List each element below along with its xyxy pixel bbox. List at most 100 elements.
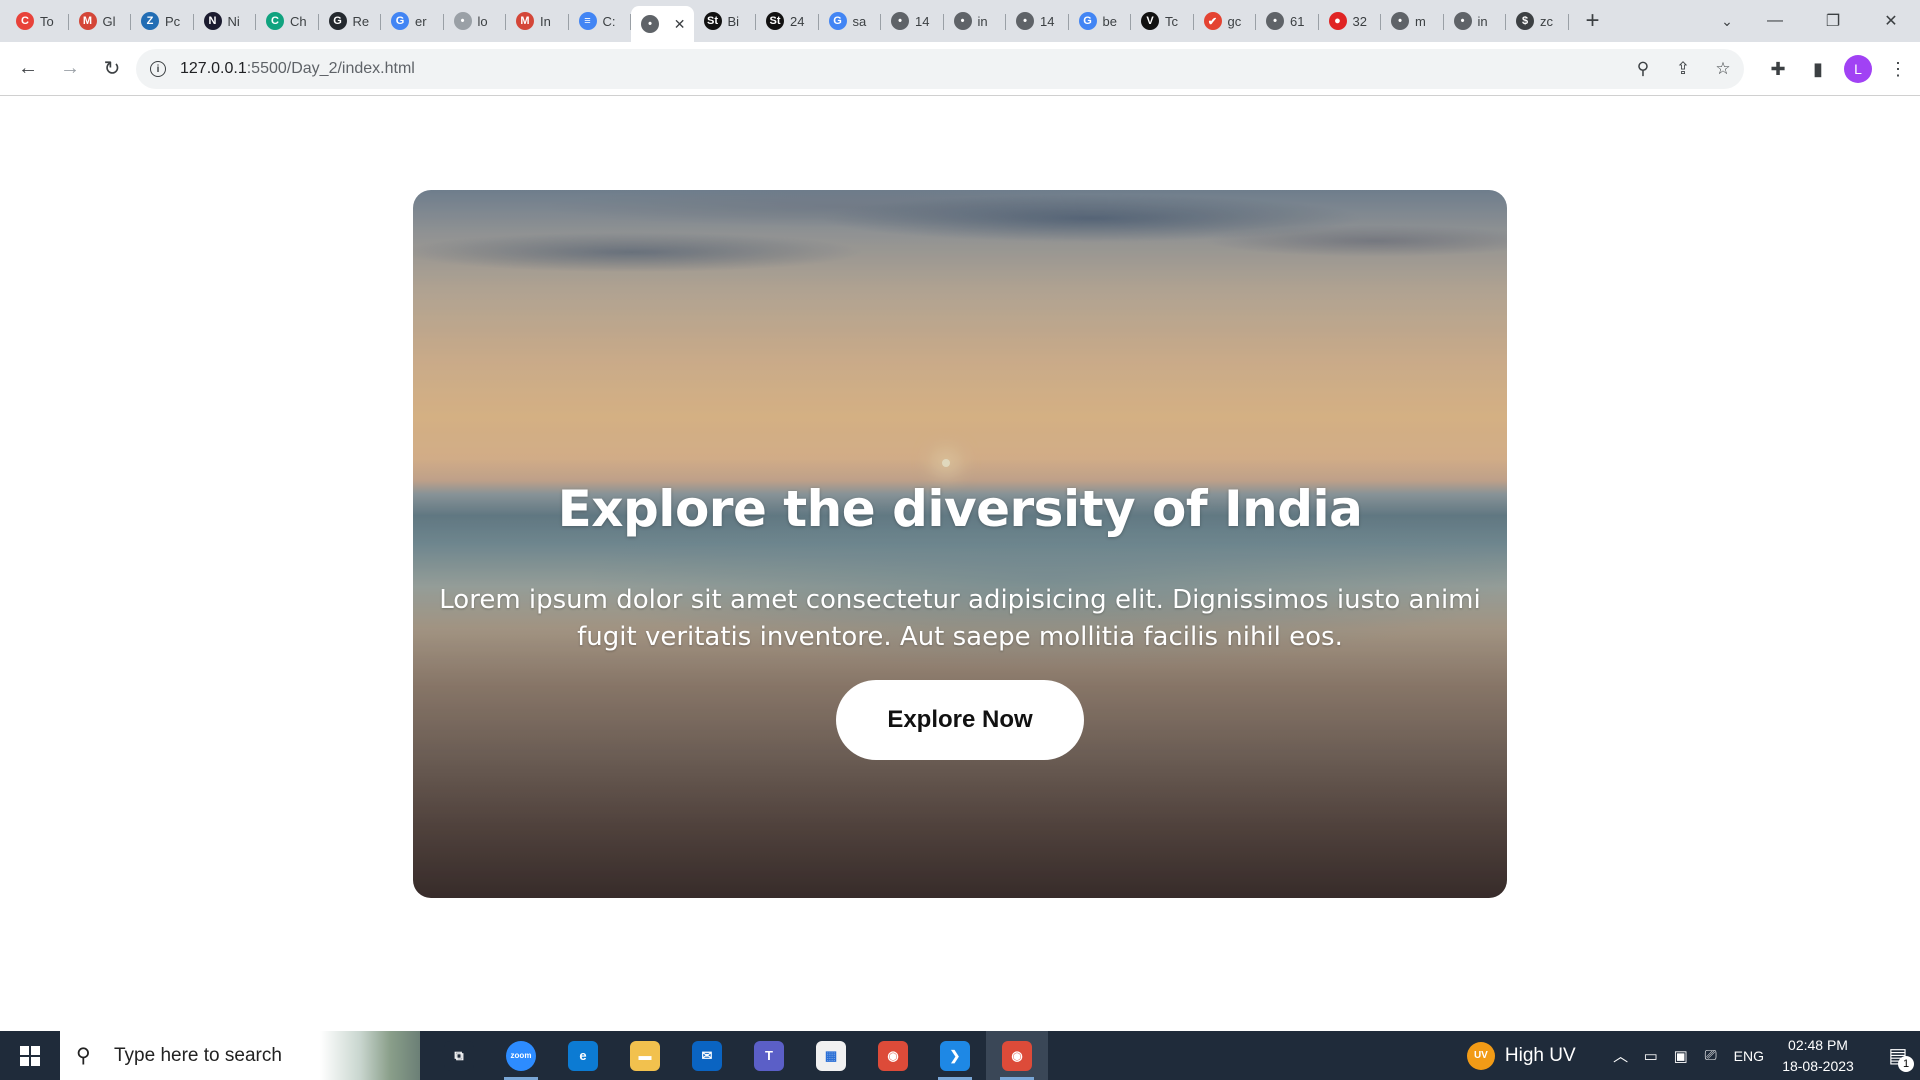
browser-tab[interactable]: N Ni <box>194 4 257 38</box>
globe-icon: • <box>953 12 972 30</box>
tab-title: be <box>1102 13 1117 29</box>
browser-tab[interactable]: G Re <box>319 4 382 38</box>
taskbar-app[interactable]: e <box>552 1031 614 1080</box>
clock-time: 02:48 PM <box>1788 1036 1848 1053</box>
browser-toolbar: ← → ↻ i 127.0.0.1:5500/Day_2/index.html … <box>0 42 1920 96</box>
tab-title: Pc <box>165 13 181 29</box>
dollar-icon: $ <box>1516 12 1534 30</box>
browser-tab[interactable]: ✔ gc <box>1194 4 1257 38</box>
tab-title: Ni <box>227 13 240 29</box>
taskbar-app[interactable]: ✉ <box>676 1031 738 1080</box>
taskbar-app[interactable]: ▬ <box>614 1031 676 1080</box>
share-icon[interactable]: ⇪ <box>1670 56 1696 82</box>
url-path: :5500/Day_2/index.html <box>246 60 415 77</box>
tab-title: gc <box>1227 13 1242 29</box>
tab-title: 24 <box>790 13 805 29</box>
meet-now-icon[interactable]: ⎚ <box>1696 1047 1726 1064</box>
back-icon[interactable]: ← <box>8 49 48 89</box>
forward-icon[interactable]: → <box>50 49 90 89</box>
taskbar-app[interactable]: T <box>738 1031 800 1080</box>
browser-tab[interactable]: C Ch <box>256 4 319 38</box>
zoom-icon[interactable]: ⚲ <box>1630 56 1656 82</box>
browser-tab[interactable]: • 61 <box>1256 4 1319 38</box>
notifications-icon[interactable]: ▤ 1 <box>1876 1031 1920 1080</box>
browser-tab[interactable]: Z Pc <box>131 4 194 38</box>
vercel-icon: V <box>1141 12 1159 30</box>
browser-tab[interactable]: St 24 <box>756 4 819 38</box>
taskbar-apps: ⧉ zoom e ▬ ✉ T ▦ ◉ ❯ ◉ <box>428 1031 1048 1080</box>
taskbar-app[interactable]: ❯ <box>924 1031 986 1080</box>
browser-tab[interactable]: M Gl <box>69 4 132 38</box>
studocu-icon: St <box>766 12 784 30</box>
browser-tab[interactable]: • 14 <box>881 4 944 38</box>
tab-title: Re <box>352 13 370 29</box>
extensions-icon[interactable]: ✚ <box>1764 55 1792 83</box>
tab-title: 61 <box>1290 13 1305 29</box>
browser-tab[interactable]: ● 32 <box>1319 4 1382 38</box>
windows-taskbar: ⚲ Type here to search ⧉ zoom e ▬ ✉ T ▦ ◉ ❯ ◉ UV H… <box>0 1031 1920 1080</box>
uv-badge-icon: UV <box>1466 1041 1495 1070</box>
notion-icon: N <box>203 12 222 30</box>
tab-title: Tc <box>1165 13 1178 29</box>
browser-tab[interactable]: V Tc <box>1131 4 1194 38</box>
gmail-icon: M <box>516 12 534 30</box>
browser-tab[interactable]: St Bi <box>694 4 757 38</box>
browser-tab[interactable]: ≡ C: <box>569 4 632 38</box>
mail-icon: ✉ <box>692 1040 722 1071</box>
browser-tab[interactable]: C To <box>6 4 69 38</box>
show-hidden-icons-icon[interactable]: ︿ <box>1606 1045 1636 1066</box>
browser-tab[interactable]: • m <box>1381 4 1444 38</box>
tab-search-icon[interactable]: ⌄ <box>1714 8 1740 34</box>
menu-kebab-icon[interactable]: ⋮ <box>1884 55 1912 83</box>
browser-tab[interactable]: • in <box>944 4 1007 38</box>
taskbar-app[interactable]: ◉ <box>862 1031 924 1080</box>
globe-icon: • <box>641 15 659 33</box>
system-tray: UV High UV ︿ ▭ ▣ ⎚ ENG 02:48 PM 18-08-20… <box>1466 1031 1920 1080</box>
close-window-icon[interactable]: ✕ <box>1862 0 1920 42</box>
browser-tab[interactable]: Ger <box>381 4 444 38</box>
taskbar-app[interactable]: ▦ <box>800 1031 862 1080</box>
tab-title: To <box>40 13 54 29</box>
site-info-icon[interactable]: i <box>150 61 166 77</box>
zoom-icon: zoom <box>506 1040 536 1071</box>
clock[interactable]: 02:48 PM 18-08-2023 <box>1778 1035 1858 1077</box>
battery-icon[interactable]: ▭ <box>1636 1047 1666 1065</box>
language-indicator[interactable]: ENG <box>1734 1048 1764 1064</box>
url-text: 127.0.0.1:5500/Day_2/index.html <box>180 60 415 78</box>
taskbar-search-box[interactable]: ⚲ Type here to search <box>60 1031 420 1080</box>
taskbar-app[interactable]: ⧉ <box>428 1031 490 1080</box>
reload-icon[interactable]: ↻ <box>92 49 132 89</box>
tab-title: m <box>1415 13 1426 29</box>
gmail-icon: M <box>78 12 97 30</box>
tab-title: C: <box>602 13 616 29</box>
browser-tab[interactable]: $ zc <box>1506 4 1569 38</box>
search-icon: ⚲ <box>76 1045 91 1067</box>
restore-icon[interactable]: ❐ <box>1804 0 1862 42</box>
browser-tab[interactable]: • 14 <box>1006 4 1069 38</box>
new-tab-icon[interactable]: + <box>1575 3 1611 39</box>
browser-tab[interactable]: Gsa <box>819 4 882 38</box>
studocu-icon: St <box>703 12 722 30</box>
start-button[interactable] <box>0 1031 60 1080</box>
explore-now-button[interactable]: Explore Now <box>836 680 1084 760</box>
tab-title: sa <box>852 13 867 29</box>
weather-widget[interactable]: UV High UV <box>1466 1041 1576 1070</box>
display-icon[interactable]: ▣ <box>1666 1047 1696 1065</box>
minimize-icon[interactable]: — <box>1746 0 1804 42</box>
profile-avatar[interactable]: L <box>1844 55 1872 83</box>
browser-tab[interactable]: • lo <box>444 4 507 38</box>
browser-tab[interactable]: M In <box>506 4 569 38</box>
browser-tab[interactable]: Gbe <box>1069 4 1132 38</box>
address-bar[interactable]: i 127.0.0.1:5500/Day_2/index.html ⚲ ⇪ ☆ <box>136 49 1744 89</box>
bookmark-star-icon[interactable]: ☆ <box>1710 56 1736 82</box>
globe-icon: • <box>1016 12 1034 30</box>
taskbar-app[interactable]: zoom <box>490 1031 552 1080</box>
browser-tab[interactable]: • in <box>1444 4 1507 38</box>
side-panel-icon[interactable]: ▮ <box>1804 55 1832 83</box>
taskbar-app[interactable]: ◉ <box>986 1031 1048 1080</box>
browser-tab[interactable]: • ✕ <box>631 6 694 42</box>
tab-title: in <box>1477 13 1488 29</box>
close-tab-icon[interactable]: ✕ <box>674 16 686 33</box>
vscode-icon: ❯ <box>940 1040 970 1071</box>
toolbar-right: ✚ ▮ L ⋮ <box>1764 49 1912 89</box>
